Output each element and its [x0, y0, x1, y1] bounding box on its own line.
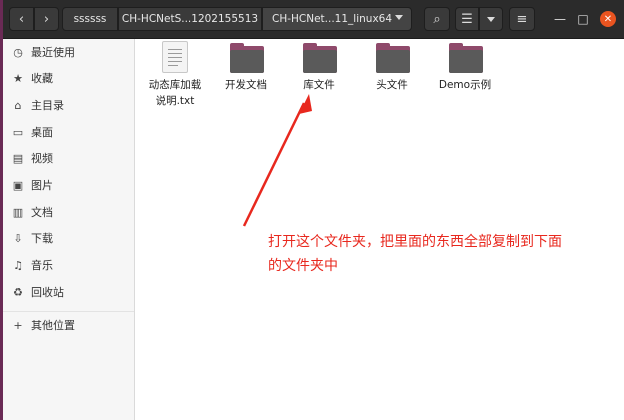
maximize-icon: □ [577, 12, 589, 26]
sidebar-item-pictures[interactable]: ▣ 图片 [3, 172, 134, 198]
music-icon: ♫ [13, 258, 23, 272]
sidebar-item-label: 文档 [31, 206, 53, 219]
file-name-line: 说明.txt [155, 95, 195, 107]
sidebar: ◷ 最近使用 ★ 收藏 ⌂ 主目录 ▭ 桌面 ▤ 视频 ▣ 图片 ▥ 文档 ⇩ 下载 ♫ 音乐 ♻… [3, 39, 135, 420]
view-toggle-button[interactable]: ☰ [455, 7, 479, 31]
home-icon: ⌂ [14, 98, 22, 112]
minimize-button[interactable]: — [552, 11, 568, 27]
sidebar-item-label: 最近使用 [31, 46, 75, 59]
annotation-line: 的文件夹中 [268, 258, 338, 274]
close-button[interactable]: ✕ [600, 11, 616, 27]
chevron-right-icon: › [43, 11, 50, 27]
file-name-line: 动态库加载 [148, 79, 202, 91]
folder-name: 头文件 [376, 79, 408, 91]
sidebar-item-label: 回收站 [31, 286, 64, 299]
chevron-left-icon: ‹ [18, 11, 25, 27]
sidebar-item-recent[interactable]: ◷ 最近使用 [3, 39, 134, 65]
maximize-button[interactable]: □ [575, 11, 591, 27]
sidebar-item-downloads[interactable]: ⇩ 下载 [3, 225, 134, 251]
chevron-down-icon [395, 15, 403, 20]
sidebar-item-label: 下载 [31, 232, 53, 245]
breadcrumb-item[interactable]: ssssss [62, 7, 118, 31]
folder-icon [376, 43, 410, 73]
breadcrumb-item[interactable]: CH-HCNetS...1202155513 [118, 7, 262, 31]
hamburger-icon: ≡ [516, 11, 528, 27]
folder-icon [303, 43, 337, 73]
sidebar-item-starred[interactable]: ★ 收藏 [3, 65, 134, 91]
sidebar-item-label: 音乐 [31, 259, 53, 272]
star-icon: ★ [13, 71, 23, 85]
file-name: 动态库加载 说明.txt [139, 77, 211, 109]
annotation-text: 打开这个文件夹，把里面的东西全部复制到下面 的文件夹中 [268, 230, 618, 278]
sidebar-item-label: 视频 [31, 152, 53, 165]
desktop-icon: ▭ [12, 125, 24, 139]
folder-name: 开发文档 [225, 79, 267, 91]
chevron-down-icon [487, 16, 495, 22]
sidebar-item-music[interactable]: ♫ 音乐 [3, 252, 134, 278]
forward-button[interactable]: › [34, 7, 59, 31]
breadcrumb-current[interactable]: CH-HCNet...11_linux64 [262, 7, 412, 31]
search-icon: ⌕ [433, 11, 441, 27]
sidebar-item-documents[interactable]: ▥ 文档 [3, 199, 134, 225]
sidebar-item-trash[interactable]: ♻ 回收站 [3, 279, 134, 305]
annotation-line: 打开这个文件夹，把里面的东西全部复制到下面 [268, 234, 562, 250]
document-icon: ▥ [12, 205, 24, 219]
sidebar-item-home[interactable]: ⌂ 主目录 [3, 92, 134, 118]
sidebar-item-videos[interactable]: ▤ 视频 [3, 145, 134, 171]
search-button[interactable]: ⌕ [424, 7, 450, 31]
header-bar: ‹ › ssssss CH-HCNetS...1202155513 CH-HCN… [3, 0, 624, 39]
sidebar-item-label: 主目录 [31, 99, 64, 112]
picture-icon: ▣ [12, 178, 24, 192]
trash-icon: ♻ [13, 285, 23, 299]
folder-name: Demo示例 [438, 79, 492, 91]
breadcrumb-current-label: CH-HCNet...11_linux64 [272, 13, 393, 25]
text-file-icon [162, 41, 188, 73]
plus-icon: + [13, 318, 23, 332]
list-view-icon: ☰ [461, 11, 473, 27]
sidebar-item-desktop[interactable]: ▭ 桌面 [3, 119, 134, 145]
video-icon: ▤ [12, 151, 24, 165]
sidebar-item-label: 收藏 [31, 72, 53, 85]
file-manager-window: ‹ › ssssss CH-HCNetS...1202155513 CH-HCN… [3, 0, 624, 420]
sidebar-item-label: 桌面 [31, 126, 53, 139]
sidebar-item-label: 图片 [31, 179, 53, 192]
folder-icon [230, 43, 264, 73]
sidebar-item-other-locations[interactable]: + 其他位置 [3, 312, 134, 338]
sidebar-item-label: 其他位置 [31, 319, 75, 332]
view-options-button[interactable] [479, 7, 503, 31]
folder-name: 库文件 [303, 79, 335, 91]
folder-icon [449, 43, 483, 73]
close-icon: ✕ [603, 13, 613, 25]
download-icon: ⇩ [13, 231, 23, 245]
clock-icon: ◷ [13, 45, 23, 59]
main-menu-button[interactable]: ≡ [509, 7, 535, 31]
minimize-icon: — [554, 12, 566, 26]
back-button[interactable]: ‹ [9, 7, 34, 31]
